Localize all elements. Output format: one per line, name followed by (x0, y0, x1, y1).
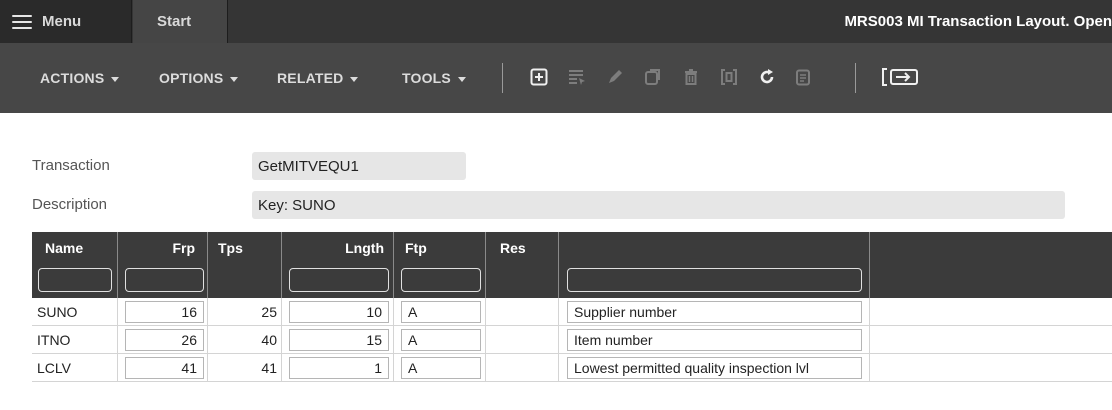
transaction-field: GetMITVEQU1 (252, 152, 466, 180)
actions-menu[interactable]: ACTIONS (40, 43, 120, 113)
table-row[interactable]: ITNO 26 40 15 A Item number (32, 326, 1112, 354)
cell-name: SUNO (32, 298, 118, 326)
frp-input[interactable]: 26 (125, 329, 204, 351)
chevron-down-icon (111, 76, 120, 82)
filter-name-input[interactable] (38, 268, 112, 292)
copy-icon[interactable] (642, 66, 664, 88)
cell-frp: 26 (118, 326, 208, 354)
column-res[interactable]: Res (486, 232, 559, 298)
close-panel-icon[interactable] (880, 66, 922, 88)
cell-lngth: 1 (282, 354, 394, 382)
options-menu[interactable]: OPTIONS (159, 43, 239, 113)
add-icon[interactable] (528, 66, 550, 88)
column-frp[interactable]: Frp (118, 232, 208, 298)
column-frp-title: Frp (172, 240, 195, 256)
toolbar-divider (855, 63, 856, 93)
lngth-input[interactable]: 15 (289, 329, 389, 351)
column-description[interactable] (559, 232, 870, 298)
cell-frp: 16 (118, 298, 208, 326)
column-res-title: Res (500, 240, 526, 256)
description-input[interactable]: Supplier number (567, 301, 862, 323)
filter-frp-input[interactable] (125, 268, 204, 292)
column-tps-title: Tps (218, 240, 243, 256)
ftp-input[interactable]: A (401, 329, 481, 351)
cell-tps: 40 (208, 326, 282, 354)
hamburger-icon (12, 14, 32, 29)
chevron-down-icon (350, 76, 359, 82)
select-rows-icon[interactable] (566, 66, 588, 88)
filter-ftp-input[interactable] (401, 268, 481, 292)
grid-header: Name Frp Tps Lngth Ftp Res (32, 232, 1112, 298)
column-ftp-title: Ftp (405, 240, 427, 256)
filter-description-input[interactable] (567, 268, 862, 292)
edit-icon[interactable] (604, 66, 626, 88)
actions-menu-label: ACTIONS (40, 70, 105, 86)
cell-tps: 41 (208, 354, 282, 382)
description-label: Description (32, 196, 108, 213)
tab-start[interactable]: Start (133, 0, 228, 43)
frp-input[interactable]: 41 (125, 357, 204, 379)
display-icon[interactable] (718, 66, 740, 88)
cell-res (486, 354, 559, 382)
transaction-label: Transaction (32, 157, 110, 174)
frp-input[interactable]: 16 (125, 301, 204, 323)
chevron-down-icon (457, 76, 466, 82)
cell-lngth: 10 (282, 298, 394, 326)
column-ftp[interactable]: Ftp (394, 232, 486, 298)
menu-button[interactable]: Menu (0, 0, 132, 43)
cell-description: Lowest permitted quality inspection lvl (559, 354, 870, 382)
tools-menu-label: TOOLS (402, 70, 451, 86)
cell-frp: 41 (118, 354, 208, 382)
notes-icon[interactable] (792, 66, 814, 88)
lngth-input[interactable]: 10 (289, 301, 389, 323)
table-row[interactable]: LCLV 41 41 1 A Lowest permitted quality … (32, 354, 1112, 382)
menu-label: Menu (42, 13, 82, 30)
toolbar-divider (502, 63, 503, 93)
cell-name: ITNO (32, 326, 118, 354)
cell-description: Item number (559, 326, 870, 354)
table-row[interactable]: SUNO 16 25 10 A Supplier number (32, 298, 1112, 326)
description-field: Key: SUNO (252, 191, 1065, 219)
cell-ftp: A (394, 326, 486, 354)
cell-res (486, 298, 559, 326)
related-menu[interactable]: RELATED (277, 43, 359, 113)
lngth-input[interactable]: 1 (289, 357, 389, 379)
description-input[interactable]: Lowest permitted quality inspection lvl (567, 357, 862, 379)
toolbar: ACTIONS OPTIONS RELATED TOOLS (0, 43, 1112, 113)
filter-lngth-input[interactable] (289, 268, 389, 292)
cell-tps: 25 (208, 298, 282, 326)
cell-ftp: A (394, 298, 486, 326)
window-title: MRS003 MI Transaction Layout. Open (844, 13, 1112, 30)
description-input[interactable]: Item number (567, 329, 862, 351)
cell-description: Supplier number (559, 298, 870, 326)
column-name[interactable]: Name (32, 232, 118, 298)
column-lngth[interactable]: Lngth (282, 232, 394, 298)
tab-start-label: Start (157, 13, 192, 30)
delete-icon[interactable] (680, 66, 702, 88)
ftp-input[interactable]: A (401, 301, 481, 323)
column-spacer (870, 232, 1112, 298)
cell-lngth: 15 (282, 326, 394, 354)
options-menu-label: OPTIONS (159, 70, 224, 86)
chevron-down-icon (230, 76, 239, 82)
tools-menu[interactable]: TOOLS (402, 43, 466, 113)
cell-res (486, 326, 559, 354)
refresh-icon[interactable] (756, 66, 778, 88)
column-lngth-title: Lngth (345, 240, 384, 256)
cell-name: LCLV (32, 354, 118, 382)
cell-ftp: A (394, 354, 486, 382)
column-tps[interactable]: Tps (208, 232, 282, 298)
ftp-input[interactable]: A (401, 357, 481, 379)
top-bar: Menu Start MRS003 MI Transaction Layout.… (0, 0, 1112, 43)
related-menu-label: RELATED (277, 70, 344, 86)
column-name-title: Name (45, 240, 84, 256)
